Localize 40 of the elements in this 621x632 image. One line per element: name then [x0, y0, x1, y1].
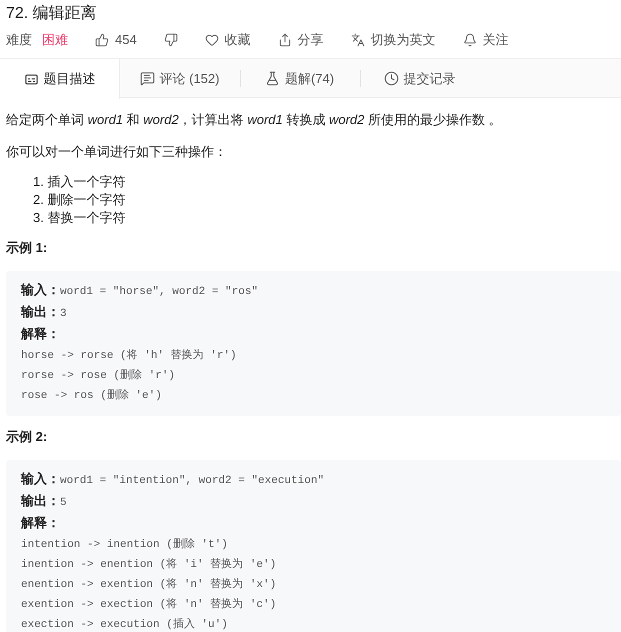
example-heading: 示例 2: [6, 428, 48, 446]
thumbs-up-icon [95, 33, 109, 47]
code-line: inention -> enention (将 'i' 替换为 'e') [21, 557, 278, 573]
tab[interactable]: 题解(74) [240, 59, 360, 98]
code-line: rose -> ros (删除 'e') [21, 388, 163, 404]
tab[interactable]: 提交记录 [360, 59, 480, 98]
problem-statement: 给定两个单词 word1 和 word2，计算出将 word1 转换成 word2 所使用的最少操作数 。 [6, 111, 503, 129]
like-button[interactable]: 454 [95, 30, 137, 50]
tab[interactable]: 题目描述 [0, 59, 120, 99]
list-item: 1. 插入一个字符 [33, 173, 126, 191]
captions-icon [24, 72, 38, 86]
heart-icon [204, 33, 219, 47]
dislike-button[interactable] [164, 33, 178, 47]
share-button[interactable]: 分享 [278, 30, 324, 50]
translate-button[interactable]: 切换为英文 [350, 30, 436, 50]
tab[interactable]: 评论 (152) [120, 59, 240, 98]
code-line: 解释： [21, 325, 61, 343]
example-heading: 示例 1: [6, 239, 48, 257]
bell-icon [462, 33, 477, 47]
flask-icon [264, 71, 280, 86]
message-icon [140, 71, 155, 86]
operations-intro: 你可以对一个单词进行如下三种操作： [6, 143, 228, 161]
code-line: enention -> exention (将 'n' 替换为 'x') [21, 577, 278, 593]
clock-icon [384, 71, 398, 86]
code-line: exection -> execution (插入 'u') [21, 617, 229, 632]
share-icon [278, 33, 292, 47]
translate-icon [350, 33, 365, 47]
difficulty-label: 难度 [6, 31, 32, 49]
code-line: exention -> exection (将 'n' 替换为 'c') [21, 597, 278, 613]
follow-button[interactable]: 关注 [462, 30, 509, 50]
difficulty-value: 困难 [42, 31, 68, 49]
code-line: horse -> rorse (将 'h' 替换为 'r') [21, 348, 238, 364]
problem-title: 72. 编辑距离 [5, 4, 98, 24]
list-item: 2. 删除一个字符 [33, 191, 126, 209]
code-line: rorse -> rose (删除 'r') [21, 368, 176, 384]
thumbs-down-icon [164, 33, 178, 47]
code-line: intention -> inention (删除 't') [21, 537, 229, 553]
list-item: 3. 替换一个字符 [33, 209, 126, 227]
code-line: 解释： [21, 514, 61, 532]
favorite-button[interactable]: 收藏 [204, 30, 251, 50]
